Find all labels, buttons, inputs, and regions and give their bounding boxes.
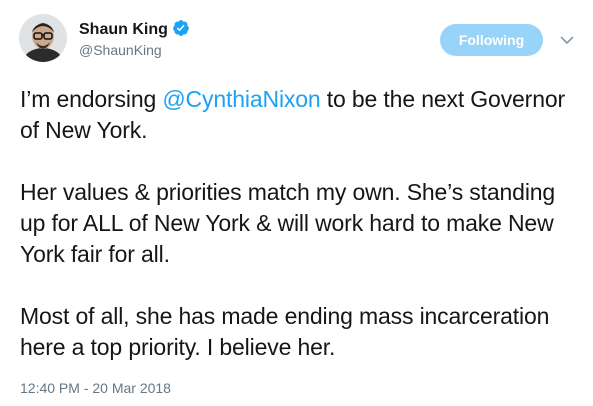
following-button[interactable]: Following: [440, 24, 543, 56]
tweet-menu-button[interactable]: [558, 31, 576, 49]
mention-link[interactable]: @CynthiaNixon: [162, 86, 320, 112]
tweet-timestamp[interactable]: 12:40 PM - 20 Mar 2018: [20, 379, 171, 397]
tweet-paragraph-2: Her values & priorities match my own. Sh…: [20, 179, 556, 267]
avatar-photo-icon: [19, 14, 67, 62]
author-name-text: Shaun King: [79, 21, 168, 38]
tweet-paragraph-3: Most of all, she has made ending mass in…: [20, 303, 550, 360]
avatar[interactable]: [19, 14, 67, 62]
chevron-down-icon: [560, 36, 574, 44]
author-handle[interactable]: @ShaunKing: [79, 41, 162, 59]
tweet-text-segment: I’m endorsing: [20, 86, 163, 112]
verified-badge-icon: [173, 20, 189, 36]
author-name[interactable]: Shaun King: [79, 19, 190, 40]
tweet-text: I’m endorsing @CynthiaNixon to be the ne…: [20, 84, 585, 363]
tweet-paragraph-1: I’m endorsing @CynthiaNixon to be the ne…: [20, 84, 585, 146]
